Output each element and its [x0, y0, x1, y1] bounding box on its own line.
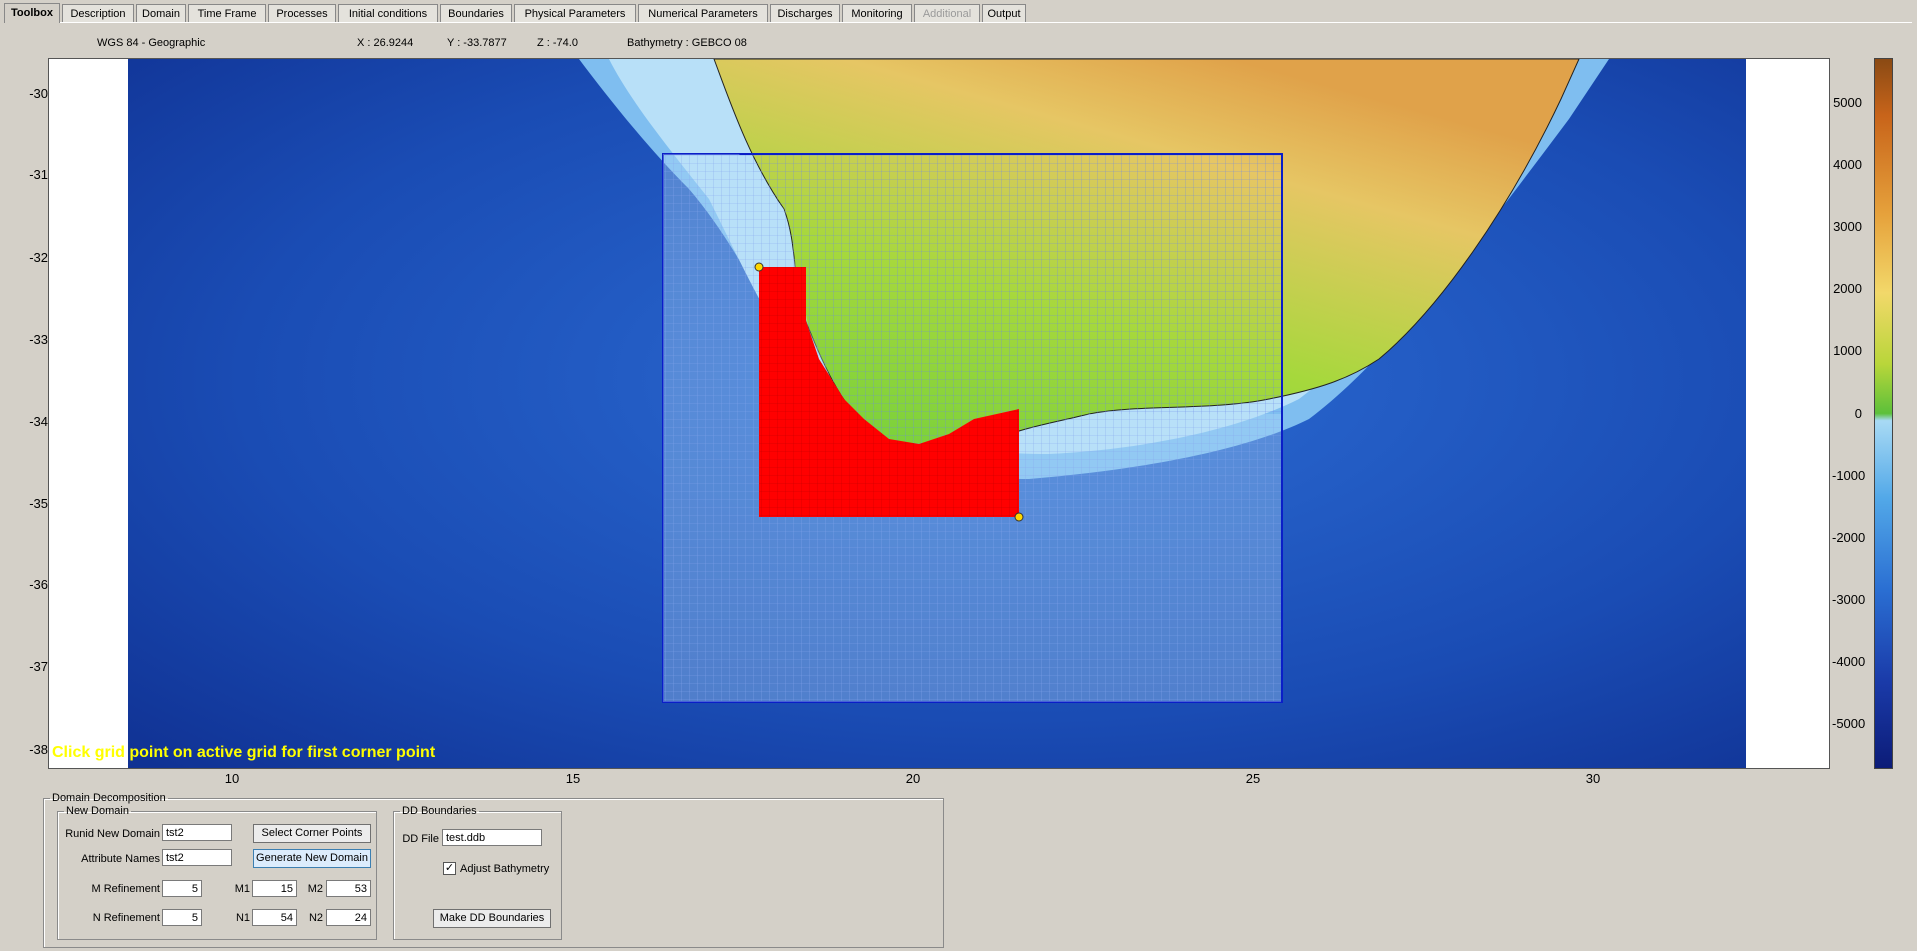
- tab-output[interactable]: Output: [982, 4, 1026, 22]
- colorbar-label: 3000: [1833, 219, 1862, 234]
- tab-initial-conditions[interactable]: Initial conditions: [338, 4, 438, 22]
- generate-new-domain-button[interactable]: Generate New Domain: [253, 849, 371, 868]
- tab-bar: Toolbox Description Domain Time Frame Pr…: [4, 3, 1914, 23]
- y-tick-label: -31: [29, 167, 48, 182]
- tab-numerical-parameters[interactable]: Numerical Parameters: [638, 4, 768, 22]
- y-tick-label: -30: [29, 86, 48, 101]
- colorbar-label: -2000: [1832, 530, 1866, 545]
- n-refinement-label: N Refinement: [92, 912, 160, 924]
- runid-input[interactable]: [162, 824, 232, 841]
- y-coordinate-readout: Y : -33.7877: [447, 37, 507, 49]
- dd-file-label: DD File: [402, 833, 439, 845]
- m-refinement-input[interactable]: [162, 880, 202, 897]
- colorbar-label: 0: [1854, 406, 1862, 421]
- tab-discharges[interactable]: Discharges: [770, 4, 840, 22]
- x-tick-label: 15: [565, 771, 581, 786]
- n1-label: N1: [235, 912, 250, 924]
- map-canvas[interactable]: [48, 58, 1830, 769]
- map-svg: [49, 59, 1829, 768]
- attribute-names-input[interactable]: [162, 849, 232, 866]
- colorbar-label: -1000: [1832, 468, 1866, 483]
- dd-file-input[interactable]: [442, 829, 542, 846]
- y-tick-label: -34: [29, 414, 48, 429]
- colorbar-label: -5000: [1832, 716, 1866, 731]
- tab-description[interactable]: Description: [62, 4, 134, 22]
- colorbar-label: 4000: [1833, 157, 1862, 172]
- x-tick-label: 10: [224, 771, 240, 786]
- colorbar-label: 1000: [1833, 343, 1862, 358]
- status-hint: Click grid point on active grid for firs…: [52, 744, 436, 761]
- tab-processes[interactable]: Processes: [268, 4, 336, 22]
- adjust-bathymetry-checkbox[interactable]: ✓: [443, 862, 456, 875]
- select-corner-points-button[interactable]: Select Corner Points: [253, 824, 371, 843]
- x-coordinate-readout: X : 26.9244: [357, 37, 414, 49]
- n-refinement-input[interactable]: [162, 909, 202, 926]
- bathymetry-source-label: Bathymetry : GEBCO 08: [627, 37, 747, 49]
- n1-input[interactable]: [252, 909, 297, 926]
- m1-input[interactable]: [252, 880, 297, 897]
- tab-additional: Additional: [914, 4, 980, 22]
- x-tick-label: 25: [1245, 771, 1261, 786]
- n2-input[interactable]: [326, 909, 371, 926]
- x-tick-label: 20: [905, 771, 921, 786]
- tab-physical-parameters[interactable]: Physical Parameters: [514, 4, 636, 22]
- tab-toolbox[interactable]: Toolbox: [4, 3, 60, 23]
- corner-point-1[interactable]: [754, 262, 764, 272]
- new-domain-title: New Domain: [66, 805, 129, 817]
- dd-boundaries-title: DD Boundaries: [402, 805, 477, 817]
- y-tick-label: -35: [29, 496, 48, 511]
- runid-label: Runid New Domain: [65, 828, 160, 840]
- m2-label: M2: [307, 883, 323, 895]
- colorbar-label: 2000: [1833, 281, 1862, 296]
- x-tick-label: 30: [1585, 771, 1601, 786]
- corner-point-2[interactable]: [1014, 512, 1024, 522]
- colorbar-label: -4000: [1832, 654, 1866, 669]
- tab-monitoring[interactable]: Monitoring: [842, 4, 912, 22]
- n2-label: N2: [308, 912, 323, 924]
- y-tick-label: -32: [29, 250, 48, 265]
- m2-input[interactable]: [326, 880, 371, 897]
- y-tick-label: -36: [29, 577, 48, 592]
- adjust-bathymetry-label: Adjust Bathymetry: [460, 863, 550, 875]
- y-tick-label: -33: [29, 332, 48, 347]
- attribute-names-label: Attribute Names: [81, 853, 160, 865]
- domain-decomposition-title: Domain Decomposition: [52, 792, 166, 804]
- m-refinement-label: M Refinement: [91, 883, 160, 895]
- tab-time-frame[interactable]: Time Frame: [188, 4, 266, 22]
- colorbar: [1874, 58, 1893, 769]
- tab-divider: [4, 22, 1912, 23]
- y-tick-label: -38: [29, 742, 48, 757]
- colorbar-label: 5000: [1833, 95, 1862, 110]
- tab-boundaries[interactable]: Boundaries: [440, 4, 512, 22]
- m1-label: M1: [234, 883, 250, 895]
- make-dd-boundaries-button[interactable]: Make DD Boundaries: [433, 909, 551, 928]
- crs-label: WGS 84 - Geographic: [97, 37, 206, 49]
- y-tick-label: -37: [29, 659, 48, 674]
- tab-domain[interactable]: Domain: [136, 4, 186, 22]
- z-value-readout: Z : -74.0: [537, 37, 578, 49]
- colorbar-label: -3000: [1832, 592, 1866, 607]
